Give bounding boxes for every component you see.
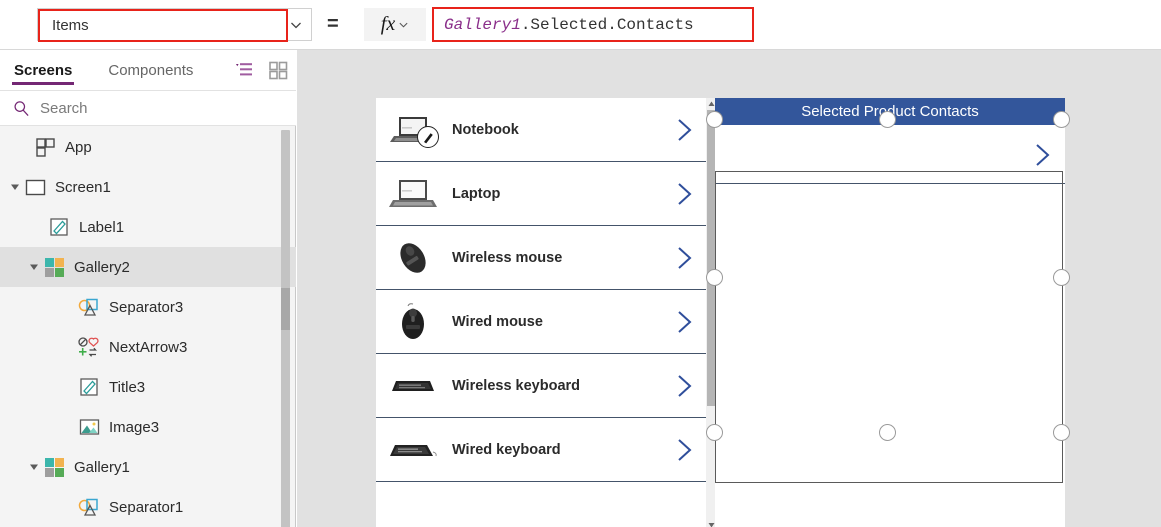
resize-handle-top-center[interactable] (879, 111, 896, 128)
next-arrow-icon[interactable] (674, 245, 696, 271)
formula-token-object: Gallery1 (444, 15, 521, 34)
tab-screens[interactable]: Screens (10, 50, 76, 90)
tree-item-label: Gallery2 (74, 258, 130, 276)
tree-item-gallery2[interactable]: Gallery2 (0, 247, 296, 287)
expander-expanded-icon[interactable] (10, 182, 20, 192)
gallery-row-title: Notebook (452, 121, 519, 138)
gallery-row[interactable]: Wired keyboard (376, 418, 712, 482)
app-canvas: Notebook Laptop Wireless mouse Wired mou… (297, 50, 1161, 527)
sidebar-tabs: Screens Components (0, 50, 296, 90)
wired-mouse-thumbnail-icon (384, 300, 442, 344)
edit-gallery-badge[interactable] (417, 126, 439, 148)
tab-components[interactable]: Components (104, 50, 197, 90)
separator-icon (78, 296, 100, 318)
tree-item-label: NextArrow3 (109, 338, 188, 356)
tree-item-screen1[interactable]: Screen1 (0, 167, 296, 207)
tree-item-label: Screen1 (55, 178, 111, 196)
label-icon (48, 216, 70, 238)
icon-group-icon (78, 336, 100, 358)
next-arrow-icon[interactable] (674, 309, 696, 335)
property-selector-highlight[interactable]: Items (38, 9, 288, 42)
thumbnail-view-icon[interactable] (268, 60, 288, 80)
wired-keyboard-thumbnail-icon (384, 428, 442, 472)
search-icon (14, 100, 29, 116)
powerapps-studio: Items = fx Gallery1 .Selected.Contacts Sc… (0, 0, 1161, 527)
tree-item-label1[interactable]: Label1 (0, 207, 296, 247)
gallery-row-title: Wired mouse (452, 313, 543, 330)
formula-token-rest: .Selected.Contacts (520, 15, 694, 34)
wireless-keyboard-thumbnail-icon (384, 364, 442, 408)
tree-item-label: App (65, 138, 92, 156)
expander-expanded-icon[interactable] (29, 262, 39, 272)
left-sidebar: Screens Components Search App Screen1 La… (0, 50, 296, 527)
tree-item-gallery1[interactable]: Gallery1 (0, 447, 296, 487)
screen-icon (24, 176, 46, 198)
tree-item-label: Gallery1 (74, 458, 130, 476)
gallery-icon (43, 456, 65, 478)
gallery-row[interactable]: Wireless keyboard (376, 354, 712, 418)
tree-item-label: Label1 (79, 218, 125, 236)
separator-icon (78, 496, 100, 518)
search-box[interactable]: Search (0, 90, 296, 126)
resize-handle-bottom-right[interactable] (1053, 424, 1070, 441)
expander-expanded-icon[interactable] (29, 462, 39, 472)
property-selector-value: Items (52, 17, 89, 34)
component-tree: App Screen1 Label1 Gallery2 Separator3 N… (0, 127, 296, 527)
label-icon (78, 376, 100, 398)
resize-handle-bottom-center[interactable] (879, 424, 896, 441)
tree-item-label: Separator3 (109, 298, 184, 316)
fx-icon: fx (380, 13, 396, 35)
sidebar-scrollbar-thumb[interactable] (281, 288, 290, 330)
equals-sign: = (327, 13, 339, 35)
tree-item-title3[interactable]: Title3 (0, 367, 296, 407)
resize-handle-bottom-left[interactable] (706, 424, 723, 441)
formula-input[interactable]: Gallery1 .Selected.Contacts (432, 7, 754, 42)
gallery-row-title: Laptop (452, 185, 501, 202)
selected-contacts-gallery[interactable]: Selected Product Contacts (715, 98, 1065, 527)
gallery-row-title: Wired keyboard (452, 441, 561, 458)
tree-item-label: Image3 (109, 418, 160, 436)
chevron-down-icon[interactable] (398, 19, 409, 30)
gallery-row-empty[interactable] (715, 125, 1065, 184)
app-icon (34, 136, 56, 158)
gallery-body (715, 125, 1065, 527)
formula-bar: Items = fx Gallery1 .Selected.Contacts (0, 0, 1161, 50)
laptop-thumbnail-icon (384, 172, 442, 216)
gallery-row-title: Wireless keyboard (452, 377, 581, 394)
property-selector[interactable]: Items (37, 8, 312, 42)
resize-handle-top-left[interactable] (706, 111, 723, 128)
wireless-mouse-thumbnail-icon (384, 236, 442, 280)
resize-handle-middle-left[interactable] (706, 269, 723, 286)
gallery-row-title: Wireless mouse (452, 249, 563, 266)
next-arrow-icon[interactable] (674, 373, 696, 399)
tree-item-label: Title3 (109, 378, 146, 396)
resize-handle-middle-right[interactable] (1053, 269, 1070, 286)
next-arrow-icon[interactable] (674, 117, 696, 143)
gallery-row[interactable]: Wired mouse (376, 290, 712, 354)
gallery-row[interactable]: Laptop (376, 162, 712, 226)
tab-screens-label: Screens (14, 61, 73, 79)
next-arrow-icon[interactable] (674, 437, 696, 463)
next-arrow-icon[interactable] (1032, 142, 1054, 168)
tree-item-app[interactable]: App (0, 127, 296, 167)
gallery-row[interactable]: Wireless mouse (376, 226, 712, 290)
tree-item-image3[interactable]: Image3 (0, 407, 296, 447)
tree-item-nextarrow3[interactable]: NextArrow3 (0, 327, 296, 367)
tree-view-icon[interactable] (234, 60, 254, 80)
pencil-icon (423, 132, 433, 143)
resize-handle-top-right[interactable] (1053, 111, 1070, 128)
chevron-down-icon[interactable] (289, 18, 303, 32)
gallery-icon (43, 256, 65, 278)
image-icon (78, 416, 100, 438)
fx-button[interactable]: fx (364, 8, 426, 41)
tree-item-separator3[interactable]: Separator3 (0, 287, 296, 327)
tab-components-label: Components (108, 61, 194, 79)
next-arrow-icon[interactable] (674, 181, 696, 207)
tree-item-separator1[interactable]: Separator1 (0, 487, 296, 527)
tree-item-label: Separator1 (109, 498, 184, 516)
formula-bar-background (754, 8, 1161, 41)
search-input[interactable]: Search (40, 100, 88, 117)
view-mode-icons (234, 60, 288, 80)
product-gallery[interactable]: Notebook Laptop Wireless mouse Wired mou… (376, 98, 712, 527)
